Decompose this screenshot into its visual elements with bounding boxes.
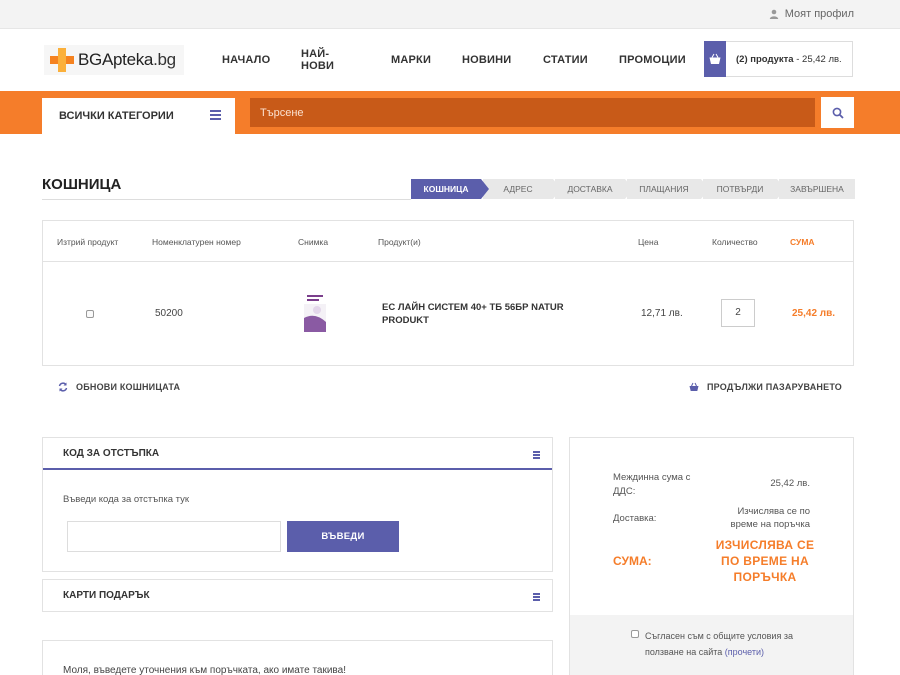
search-input[interactable] <box>250 98 815 127</box>
basket-icon <box>689 382 699 391</box>
header-image: Снимка <box>298 237 329 247</box>
discount-code-input[interactable] <box>67 521 281 552</box>
cart-summary-text: (2) продукта - 25,42 лв. <box>736 54 842 65</box>
terms-checkbox[interactable] <box>631 630 639 638</box>
gift-cards-title: КАРТИ ПОДАРЪК <box>63 590 150 601</box>
continue-shopping-button[interactable]: ПРОДЪЛЖИ ПАЗАРУВАНЕТО <box>689 382 842 392</box>
search-bar: ВСИЧКИ КАТЕГОРИИ <box>0 91 900 134</box>
header-price: Цена <box>638 237 659 247</box>
discount-panel: КОД ЗА ОТСТЪПКА Въведи кода за отстъпка … <box>42 437 553 572</box>
cart-total: - 25,42 лв. <box>793 53 842 65</box>
nav-home[interactable]: НАЧАЛО <box>222 54 270 66</box>
site-logo[interactable]: BGApteka.bg <box>44 45 184 75</box>
header-remove: Изтрий продукт <box>57 237 119 247</box>
all-categories-label: ВСИЧКИ КАТЕГОРИИ <box>59 110 174 122</box>
my-profile-link[interactable]: Моят профил <box>769 8 854 20</box>
cart-table-header: Изтрий продукт Номенклатурен номер Снимк… <box>43 221 853 262</box>
site-header: BGApteka.bg НАЧАЛО НАЙ-НОВИ МАРКИ НОВИНИ… <box>0 29 900 91</box>
nav-promotions[interactable]: ПРОМОЦИИ <box>619 54 686 66</box>
cart-count: (2) продукта <box>736 53 794 65</box>
step-complete[interactable]: ЗАВЪРШЕНА <box>779 179 855 199</box>
menu-icon <box>533 451 540 459</box>
cart-table: Изтрий продукт Номенклатурен номер Снимк… <box>42 220 854 366</box>
refresh-icon <box>58 382 68 392</box>
logo-text: BGApteka.bg <box>78 50 176 69</box>
order-summary: Междинна сума с ДДС: 25,42 лв. Доставка:… <box>569 437 854 675</box>
shipping-value: Изчислява се по време на поръчка <box>730 506 810 530</box>
subtotal-label: Междинна сума с ДДС: <box>613 472 691 497</box>
step-delivery[interactable]: ДОСТАВКА <box>555 179 633 199</box>
item-sum: 25,42 лв. <box>792 308 836 319</box>
user-icon <box>769 9 778 19</box>
discount-label: Въведи кода за отстъпка тук <box>63 494 190 505</box>
terms-read-link[interactable]: (прочети) <box>725 647 764 657</box>
order-note-panel: Моля, въведете уточнения към поръчката, … <box>42 640 553 675</box>
page-title: КОШНИЦА <box>42 176 122 193</box>
remove-item-checkbox[interactable] <box>86 310 94 318</box>
header-cart[interactable]: (2) продукта - 25,42 лв. <box>704 41 853 77</box>
menu-icon <box>533 593 540 601</box>
top-utility-bar: Моят профил <box>0 0 900 29</box>
step-payment[interactable]: ПЛАЩАНИЯ <box>627 179 709 199</box>
discount-title: КОД ЗА ОТСТЪПКА <box>63 448 160 459</box>
my-profile-label: Моят профил <box>784 8 854 20</box>
all-categories-dropdown[interactable]: ВСИЧКИ КАТЕГОРИИ <box>42 98 235 134</box>
step-confirm[interactable]: ПОТВЪРДИ <box>703 179 785 199</box>
basket-icon-box <box>704 41 726 77</box>
nav-news[interactable]: НОВИНИ <box>462 54 511 66</box>
quantity-input[interactable]: 2 <box>721 299 755 327</box>
gift-cards-header[interactable]: КАРТИ ПОДАРЪК <box>43 580 552 612</box>
header-sum: СУМА <box>790 237 815 247</box>
subtotal-value: 25,42 лв. <box>770 478 810 489</box>
header-quantity: Количество <box>712 237 758 247</box>
apply-discount-button[interactable]: ВЪВЕДИ <box>287 521 399 552</box>
discount-panel-header[interactable]: КОД ЗА ОТСТЪПКА <box>43 438 552 470</box>
item-sku: 50200 <box>155 308 183 319</box>
basket-icon <box>709 53 721 64</box>
product-thumbnail[interactable] <box>301 292 329 332</box>
gift-cards-panel: КАРТИ ПОДАРЪК <box>42 579 553 612</box>
step-address[interactable]: АДРЕС <box>483 179 561 199</box>
nav-brands[interactable]: МАРКИ <box>391 54 431 66</box>
update-cart-label: ОБНОВИ КОШНИЦАТА <box>76 382 181 392</box>
step-cart[interactable]: КОШНИЦА <box>411 179 489 199</box>
table-row: 50200 ЕС ЛАЙН СИСТЕМ 40+ ТБ 56БР NATUR P… <box>43 262 853 365</box>
nav-articles[interactable]: СТАТИИ <box>543 54 588 66</box>
menu-icon <box>210 110 221 120</box>
continue-shopping-label: ПРОДЪЛЖИ ПАЗАРУВАНЕТО <box>707 382 843 392</box>
search-button[interactable] <box>821 97 854 128</box>
header-product: Продукт(и) <box>378 237 421 247</box>
total-label: СУМА: <box>613 554 652 568</box>
pharmacy-cross-icon <box>50 48 74 72</box>
shipping-label: Доставка: <box>613 513 657 524</box>
title-divider <box>42 199 411 200</box>
checkout-steps: КОШНИЦА АДРЕС ДОСТАВКА ПЛАЩАНИЯ ПОТВЪРДИ… <box>411 179 857 199</box>
item-price: 12,71 лв. <box>641 308 683 319</box>
terms-text: Съгласен съм с общите условия за ползван… <box>645 631 793 657</box>
total-value: ИЗЧИСЛЯВА СЕ ПО ВРЕМЕ НА ПОРЪЧКА <box>715 538 815 584</box>
nav-newest[interactable]: НАЙ-НОВИ <box>301 48 334 72</box>
header-sku: Номенклатурен номер <box>152 237 241 247</box>
order-note-text: Моля, въведете уточнения към поръчката, … <box>63 665 346 675</box>
search-icon <box>832 107 844 119</box>
update-cart-button[interactable]: ОБНОВИ КОШНИЦАТА <box>58 382 180 392</box>
item-name[interactable]: ЕС ЛАЙН СИСТЕМ 40+ ТБ 56БР NATUR PRODUKT <box>382 301 572 327</box>
terms-area: Съгласен съм с общите условия за ползван… <box>570 615 853 675</box>
